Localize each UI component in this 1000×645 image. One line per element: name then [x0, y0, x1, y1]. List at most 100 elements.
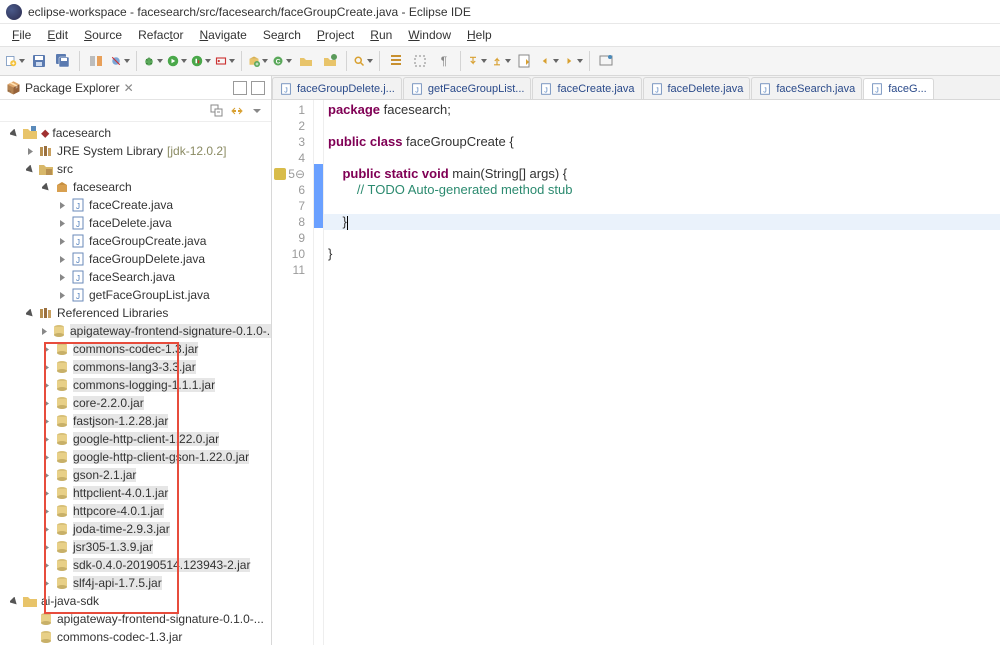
- line-number: 2: [272, 118, 313, 134]
- menu-source[interactable]: Source: [76, 26, 130, 44]
- tree-java-file[interactable]: JfaceGroupCreate.java: [0, 232, 271, 250]
- tree-jar[interactable]: fastjson-1.2.28.jar: [0, 412, 271, 430]
- tree-jar[interactable]: commons-codec-1.3.jar: [0, 628, 271, 645]
- run-button[interactable]: [166, 50, 188, 72]
- tree-jar[interactable]: google-http-client-gson-1.22.0.jar: [0, 448, 271, 466]
- tree-jar[interactable]: slf4j-api-1.7.5.jar: [0, 574, 271, 592]
- editor-tabs: JfaceGroupDelete.j... JgetFaceGroupList.…: [272, 76, 1000, 100]
- editor-tab[interactable]: JfaceGroupDelete.j...: [272, 77, 402, 99]
- close-view-icon[interactable]: ✕: [124, 81, 134, 95]
- java-file-icon: J: [70, 197, 86, 213]
- run-external-button[interactable]: [214, 50, 236, 72]
- menu-file[interactable]: File: [4, 26, 39, 44]
- collapse-icon[interactable]: [24, 145, 36, 157]
- skip-breakpoints-button[interactable]: [109, 50, 131, 72]
- collapse-icon[interactable]: [56, 199, 68, 211]
- menu-search[interactable]: Search: [255, 26, 309, 44]
- expand-icon[interactable]: [24, 163, 36, 175]
- package-explorer-header: 📦 Package Explorer ✕: [0, 76, 271, 100]
- new-class-button[interactable]: C: [271, 50, 293, 72]
- toggle-mark-button[interactable]: [385, 50, 407, 72]
- code-content[interactable]: package facesearch; public class faceGro…: [324, 100, 1000, 645]
- menu-navigate[interactable]: Navigate: [191, 26, 254, 44]
- tree-jar[interactable]: commons-lang3-3.3.jar: [0, 358, 271, 376]
- expand-icon[interactable]: [8, 127, 20, 139]
- collapse-icon[interactable]: [56, 217, 68, 229]
- editor-tab[interactable]: JgetFaceGroupList...: [403, 77, 532, 99]
- tree-jar[interactable]: joda-time-2.9.3.jar: [0, 520, 271, 538]
- tree-jar[interactable]: core-2.2.0.jar: [0, 394, 271, 412]
- search-button[interactable]: [352, 50, 374, 72]
- editor-tab-active[interactable]: JfaceG...: [863, 78, 934, 100]
- tree-sdk-folder[interactable]: ai-java-sdk: [0, 592, 271, 610]
- menu-help[interactable]: Help: [459, 26, 500, 44]
- tree-src[interactable]: src: [0, 160, 271, 178]
- tree-referenced-libraries[interactable]: Referenced Libraries: [0, 304, 271, 322]
- debug-button[interactable]: [142, 50, 164, 72]
- annotate-next-button[interactable]: [466, 50, 488, 72]
- show-whitespace-button[interactable]: ¶: [433, 50, 455, 72]
- tree-jar[interactable]: httpcore-4.0.1.jar: [0, 502, 271, 520]
- tree-jar[interactable]: commons-logging-1.1.1.jar: [0, 376, 271, 394]
- tree-java-file[interactable]: JgetFaceGroupList.java: [0, 286, 271, 304]
- window-title: eclipse-workspace - facesearch/src/faces…: [28, 5, 471, 19]
- link-editor-icon[interactable]: [229, 103, 245, 119]
- tree-jre[interactable]: JRE System Library [jdk-12.0.2]: [0, 142, 271, 160]
- menu-project[interactable]: Project: [309, 26, 362, 44]
- menu-refactor[interactable]: Refactor: [130, 26, 191, 44]
- editor-tab[interactable]: JfaceSearch.java: [751, 77, 862, 99]
- collapse-icon[interactable]: [56, 235, 68, 247]
- tree-jar[interactable]: google-http-client-1.22.0.jar: [0, 430, 271, 448]
- collapse-all-icon[interactable]: [209, 103, 225, 119]
- tree-java-file[interactable]: JfaceCreate.java: [0, 196, 271, 214]
- open-type-button[interactable]: [295, 50, 317, 72]
- toggle-button[interactable]: [85, 50, 107, 72]
- svg-text:J: J: [76, 238, 80, 247]
- expand-icon[interactable]: [24, 307, 36, 319]
- last-edit-button[interactable]: [514, 50, 536, 72]
- save-all-button[interactable]: [52, 50, 74, 72]
- tree-jar[interactable]: sdk-0.4.0-20190514.123943-2.jar: [0, 556, 271, 574]
- tree-label: faceDelete.java: [89, 216, 172, 230]
- expand-icon[interactable]: [8, 595, 20, 607]
- minimize-view-button[interactable]: [233, 81, 247, 95]
- tree-jar[interactable]: httpclient-4.0.1.jar: [0, 484, 271, 502]
- line-number: 11: [272, 262, 313, 278]
- svg-text:¶: ¶: [441, 54, 447, 68]
- tree-jar[interactable]: jsr305-1.3.9.jar: [0, 538, 271, 556]
- collapse-icon[interactable]: [56, 253, 68, 265]
- annotate-prev-button[interactable]: [490, 50, 512, 72]
- forward-button[interactable]: [562, 50, 584, 72]
- pin-editor-button[interactable]: [595, 50, 617, 72]
- open-task-button[interactable]: [319, 50, 341, 72]
- tree-java-file[interactable]: JfaceSearch.java: [0, 268, 271, 286]
- editor-tab[interactable]: JfaceCreate.java: [532, 77, 641, 99]
- menu-edit[interactable]: Edit: [39, 26, 76, 44]
- tree-jar[interactable]: commons-codec-1.3.jar: [0, 340, 271, 358]
- save-button[interactable]: [28, 50, 50, 72]
- menu-run[interactable]: Run: [362, 26, 400, 44]
- tree-java-file[interactable]: JfaceDelete.java: [0, 214, 271, 232]
- tree-package[interactable]: facesearch: [0, 178, 271, 196]
- expand-icon[interactable]: [40, 181, 52, 193]
- tree-java-file[interactable]: JfaceGroupDelete.java: [0, 250, 271, 268]
- collapse-icon[interactable]: [40, 325, 49, 337]
- code-editor[interactable]: 1 2 3 4 5⊖ 6 7 8 9 10 11 package facesea…: [272, 100, 1000, 645]
- back-button[interactable]: [538, 50, 560, 72]
- new-button[interactable]: [4, 50, 26, 72]
- collapse-icon[interactable]: [56, 289, 68, 301]
- tree-jar[interactable]: gson-2.1.jar: [0, 466, 271, 484]
- tree-jar[interactable]: apigateway-frontend-signature-0.1.0-...: [0, 610, 271, 628]
- toggle-block-button[interactable]: [409, 50, 431, 72]
- tree-project[interactable]: ⬥ facesearch: [0, 124, 271, 142]
- editor-tab[interactable]: JfaceDelete.java: [643, 77, 751, 99]
- maximize-view-button[interactable]: [251, 81, 265, 95]
- library-icon: [38, 143, 54, 159]
- menu-window[interactable]: Window: [400, 26, 459, 44]
- collapse-icon[interactable]: [56, 271, 68, 283]
- package-explorer-tree[interactable]: ⬥ facesearch JRE System Library [jdk-12.…: [0, 122, 271, 645]
- view-menu-icon[interactable]: [249, 103, 265, 119]
- coverage-button[interactable]: [190, 50, 212, 72]
- new-package-button[interactable]: [247, 50, 269, 72]
- tree-jar[interactable]: apigateway-frontend-signature-0.1.0-...: [0, 322, 271, 340]
